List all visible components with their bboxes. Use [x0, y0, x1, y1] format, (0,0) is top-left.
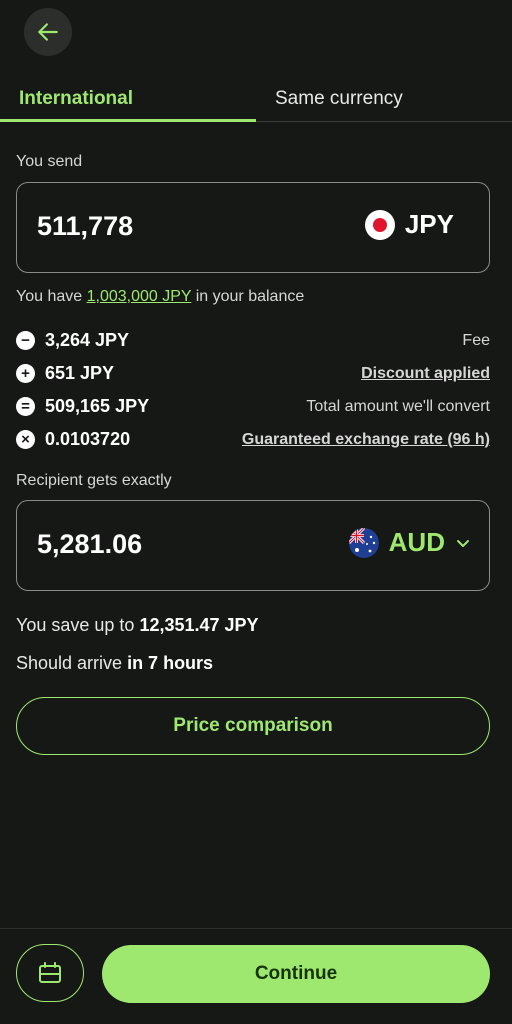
discount-applied-link[interactable]: Discount applied [361, 365, 490, 383]
australia-flag-icon [348, 527, 379, 558]
receive-currency-code: AUD [388, 527, 445, 557]
total-convert-row: = 509,165 JPY Total amount we'll convert [16, 395, 490, 419]
balance-amount-link[interactable]: 1,003,000 JPY [87, 288, 192, 305]
equals-circle-icon: = [16, 397, 35, 416]
send-money-screen: International Same currency You send 511… [0, 0, 512, 1024]
times-circle-icon: × [16, 430, 35, 449]
fee-row: − 3,264 JPY Fee [16, 329, 490, 353]
savings-info: You save up to 12,351.47 JPY [16, 615, 259, 636]
minus-circle-icon: − [16, 331, 35, 350]
japan-flag-icon [364, 209, 395, 240]
arrival-eta: in 7 hours [127, 653, 214, 673]
footer-divider [0, 928, 512, 929]
exchange-rate-value: 0.0103720 [45, 429, 131, 449]
tab-international[interactable]: International [19, 88, 133, 110]
discount-value: 651 JPY [45, 363, 115, 383]
fee-value: 3,264 JPY [45, 330, 130, 350]
send-currency: JPY [364, 209, 454, 240]
balance-prefix: You have [16, 288, 87, 305]
send-amount-field[interactable]: 511,778 JPY [16, 182, 490, 273]
arrival-prefix: Should arrive [16, 653, 128, 673]
active-tab-indicator [0, 119, 256, 122]
discount-row: + 651 JPY Discount applied [16, 362, 490, 386]
exchange-rate-link[interactable]: Guaranteed exchange rate (96 h) [242, 431, 490, 449]
receive-amount-value[interactable]: 5,281.06 [37, 529, 142, 560]
price-comparison-button[interactable]: Price comparison [16, 697, 490, 755]
continue-button[interactable]: Continue [102, 945, 490, 1003]
send-currency-code: JPY [404, 209, 454, 239]
total-convert-label: Total amount we'll convert [306, 398, 490, 415]
send-label: You send [16, 153, 83, 170]
fee-label: Fee [462, 332, 490, 349]
savings-amount: 12,351.47 JPY [139, 615, 259, 635]
plus-circle-icon: + [16, 364, 35, 383]
arrow-left-icon [38, 23, 58, 41]
arrival-info: Should arrive in 7 hours [16, 653, 213, 674]
receive-amount-field[interactable]: 5,281.06 AUD [16, 500, 490, 591]
chevron-down-icon [457, 539, 469, 547]
exchange-rate-row: × 0.0103720 Guaranteed exchange rate (96… [16, 428, 490, 452]
balance-suffix: in your balance [191, 288, 305, 305]
back-button[interactable] [24, 8, 72, 56]
schedule-button[interactable] [16, 944, 84, 1002]
total-convert-value: 509,165 JPY [45, 396, 150, 416]
calendar-icon [39, 962, 61, 983]
receive-currency-selector[interactable]: AUD [348, 527, 471, 558]
savings-prefix: You save up to [16, 615, 140, 635]
receive-label: Recipient gets exactly [16, 472, 172, 489]
send-amount-value[interactable]: 511,778 [37, 211, 133, 242]
balance-info: You have 1,003,000 JPY in your balance [16, 288, 304, 306]
tab-bar: International Same currency [0, 80, 512, 122]
tab-same-currency[interactable]: Same currency [275, 88, 403, 110]
